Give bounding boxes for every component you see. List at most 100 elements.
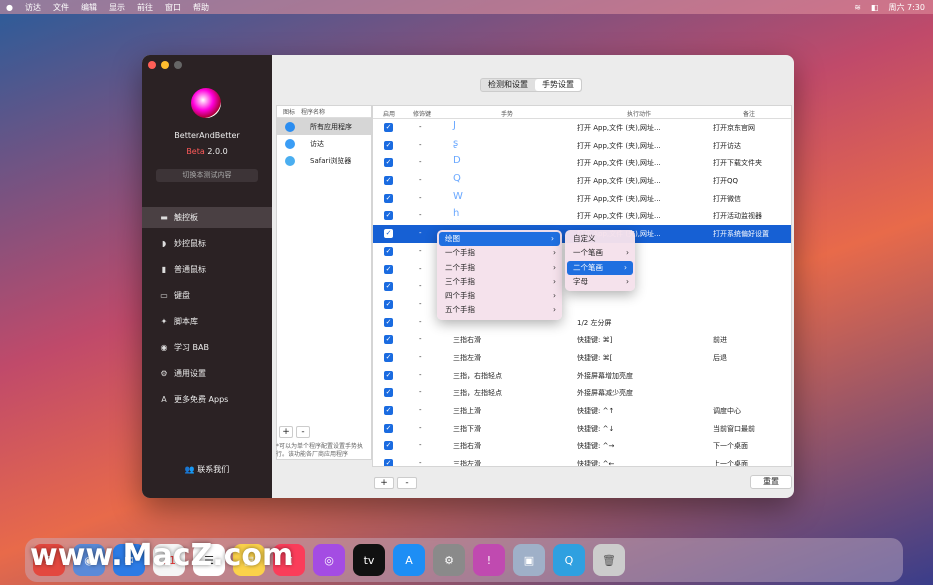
modifier-cell: - [419,423,422,432]
sidebar-item-mouse[interactable]: ▮ 普通鼠标 [142,259,272,280]
wifi-icon[interactable]: ≋ [854,3,861,12]
submenu: 自定义 一个笔画 › 二个笔画 › 字母 › [565,230,635,292]
podcasts-icon[interactable]: ◎ [313,544,345,576]
enable-checkbox[interactable]: ✓ [384,140,393,150]
modifier-cell: - [419,441,422,450]
tab-detect[interactable]: 检测和设置 [481,79,535,91]
menu-item-draw[interactable]: 绘图 › [439,232,560,247]
clock[interactable]: 周六 7:30 [888,2,925,13]
enable-checkbox[interactable]: ✓ [384,193,393,203]
sidebar-item-magic-mouse[interactable]: ◗ 妙控鼠标 [142,233,272,254]
menu-window[interactable]: 窗口 [159,2,187,13]
menu-help[interactable]: 帮助 [187,2,215,13]
menu-go[interactable]: 前往 [131,2,159,13]
submenu-item-one-stroke[interactable]: 一个笔画 › [565,246,635,260]
apple-menu-icon[interactable]: ● [0,3,19,12]
note-cell: 当前窗口最前 [713,424,755,433]
enable-checkbox[interactable]: ✓ [384,282,393,292]
menu-finder[interactable]: 访达 [19,2,47,13]
submenu-item-letter[interactable]: 字母 › [565,275,635,289]
menu-item-four-finger[interactable]: 四个手指 › [437,289,562,303]
menu-item-one-finger[interactable]: 一个手指 › [437,246,562,260]
menu-file[interactable]: 文件 [47,2,75,13]
table-row[interactable]: ✓ - [373,296,791,314]
add-gesture-button[interactable]: + [374,477,394,489]
list-item[interactable]: 所有应用程序 [277,118,371,135]
app-store-icon [285,121,295,132]
enable-checkbox[interactable]: ✓ [384,459,393,466]
feedback-icon[interactable]: ! [473,544,505,576]
table-row[interactable]: ✓ - D 打开 App,文件 (夹),网址... 打开下载文件夹 [373,154,791,172]
enable-checkbox[interactable]: ✓ [384,388,393,398]
table-row[interactable]: ✓ - 1/2 左分屏 [373,314,791,332]
table-row[interactable]: ✓ - J 打开 App,文件 (夹),网址... 打开京东官网 [373,119,791,137]
sidebar-item-scripts[interactable]: ✦ 脚本库 [142,311,272,332]
table-row[interactable]: ✓ - ʂ 打开 App,文件 (夹),网址... 打开访达 [373,137,791,155]
enable-checkbox[interactable]: ✓ [384,335,393,345]
note-cell: 上一个桌面 [713,460,748,467]
enable-checkbox[interactable]: ✓ [384,423,393,433]
sidebar-item-more-apps[interactable]: A 更多免费 Apps [142,389,272,410]
sidebar-item-learn[interactable]: ◉ 学习 BAB [142,337,272,358]
zoom-button[interactable] [174,61,182,69]
enable-checkbox[interactable]: ✓ [384,176,393,186]
sidebar-item-trackpad[interactable]: ▬ 触控板 [142,207,272,228]
menu-view[interactable]: 显示 [103,2,131,13]
quicktime-icon[interactable]: Q [553,544,585,576]
table-row[interactable]: ✓ - 三指左滑 快捷键: ^← 上一个桌面 [373,455,791,467]
table-header: 启用 修饰键 手势 执行动作 备注 [373,106,791,119]
modifier-cell: - [419,317,422,326]
enable-checkbox[interactable]: ✓ [384,264,393,274]
close-button[interactable] [148,61,156,69]
enable-checkbox[interactable]: ✓ [384,299,393,309]
table-row[interactable]: ✓ - Q 打开 App,文件 (夹),网址... 打开QQ [373,172,791,190]
remove-app-button[interactable]: - [296,426,310,438]
table-row[interactable]: ✓ - 三指，左指轻点 外接屏幕减少亮度 [373,384,791,402]
action-cell: 打开 App,文件 (夹),网址... [577,159,661,168]
table-row[interactable]: ✓ - h 打开 App,文件 (夹),网址... 打开活动监视器 [373,207,791,225]
table-row[interactable]: ✓ - 三指右滑 快捷键: ⌘] 前进 [373,331,791,349]
safari-icon [285,155,295,166]
enable-checkbox[interactable]: ✓ [384,370,393,380]
action-cell: 快捷键: ^↑ [577,407,615,415]
minimize-button[interactable] [161,61,169,69]
enable-checkbox[interactable]: ✓ [384,123,393,132]
enable-checkbox[interactable]: ✓ [384,317,393,327]
table-row[interactable]: ✓ - 三指左滑 快捷键: ⌘[后退 [373,349,791,367]
enable-checkbox[interactable]: ✓ [384,352,393,362]
sidebar-item-general[interactable]: ⚙ 通用设置 [142,363,272,384]
contact-button[interactable]: 👥 联系我们 [142,464,272,475]
control-center-icon[interactable]: ◧ [871,3,879,12]
menu-item-five-finger[interactable]: 五个手指 › [437,303,562,317]
modifier-cell: - [419,193,422,202]
reset-button[interactable]: 重置 [750,475,792,489]
trash-icon[interactable]: 🗑 [593,544,625,576]
table-row[interactable]: ✓ - 三指下滑 快捷键: ^↓ 当前窗口最前 [373,420,791,438]
submenu-item-two-stroke[interactable]: 二个笔画 › [567,260,633,275]
preview-icon[interactable]: ▣ [513,544,545,576]
beta-toggle-button[interactable]: 切换本测试内容 [156,169,258,182]
list-item[interactable]: Safari浏览器 [277,152,371,169]
table-row[interactable]: ✓ - W 打开 App,文件 (夹),网址... 打开微信 [373,190,791,208]
submenu-item-custom[interactable]: 自定义 [565,232,635,246]
table-row[interactable]: ✓ - 三指右滑 快捷键: ^→ 下一个桌面 [373,437,791,455]
enable-checkbox[interactable]: ✓ [384,441,393,451]
tv-icon[interactable]: tv [353,544,385,576]
remove-gesture-button[interactable]: - [397,477,417,489]
app-store-icon[interactable]: A [393,544,425,576]
table-row[interactable]: ✓ - 三指上滑 快捷键: ^↑ 调度中心 [373,402,791,420]
table-row[interactable]: ✓ - 三指，右指轻点 外接屏幕增加亮度 [373,367,791,385]
menu-item-three-finger[interactable]: 三个手指 › [437,275,562,289]
enable-checkbox[interactable]: ✓ [384,211,393,221]
list-item[interactable]: 访达 [277,135,371,152]
add-app-button[interactable]: + [279,426,293,438]
menu-item-two-finger[interactable]: 二个手指 › [437,261,562,275]
menu-edit[interactable]: 编辑 [75,2,103,13]
tab-gesture[interactable]: 手势设置 [535,79,581,91]
enable-checkbox[interactable]: ✓ [384,246,393,256]
enable-checkbox[interactable]: ✓ [384,406,393,415]
enable-checkbox[interactable]: ✓ [384,158,393,168]
enable-checkbox[interactable]: ✓ [384,229,393,239]
system-preferences-icon[interactable]: ⚙ [433,544,465,576]
sidebar-item-keyboard[interactable]: ▭ 键盘 [142,285,272,306]
